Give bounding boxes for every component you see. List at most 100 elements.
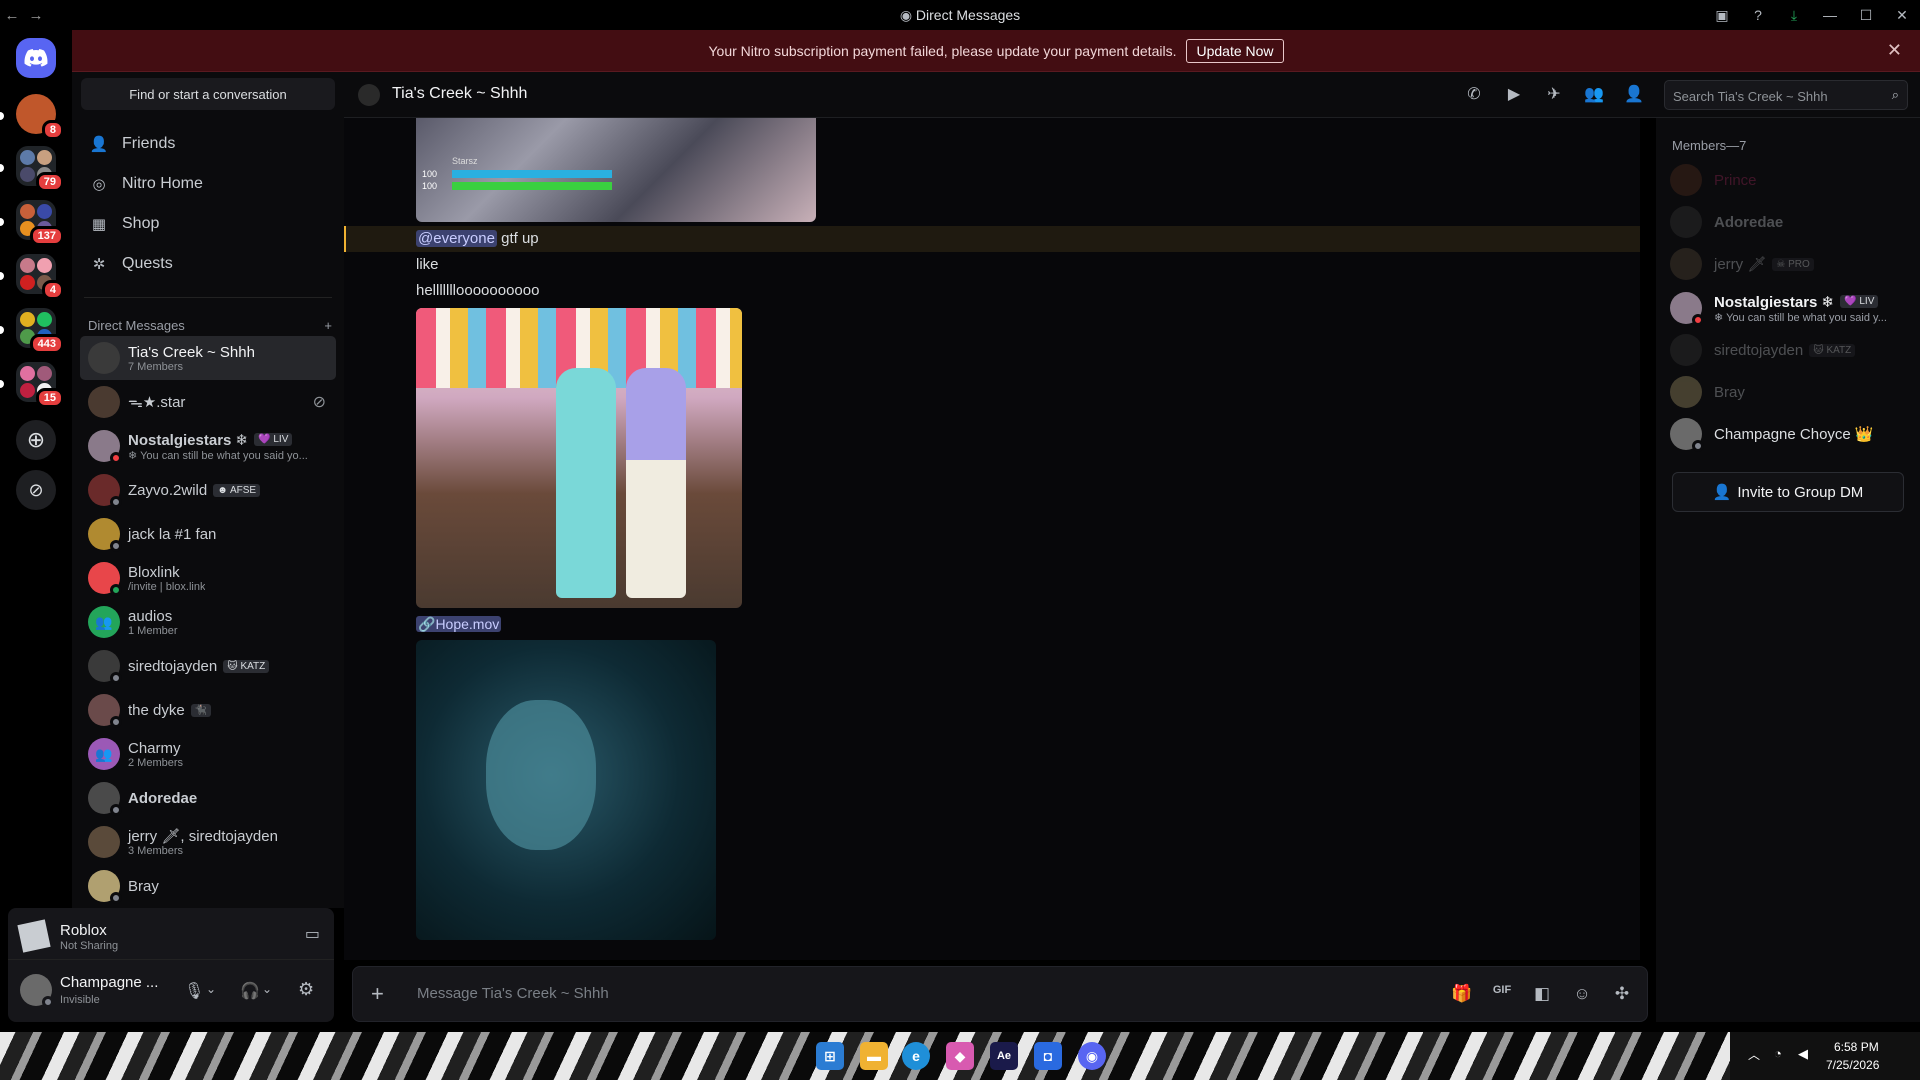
minimize-icon[interactable]: — <box>1812 7 1848 23</box>
headphones-icon[interactable]: 🎧 <box>240 981 260 1001</box>
roblox-taskbar-icon[interactable]: ◘ <box>1034 1042 1062 1070</box>
video-still-attachment[interactable] <box>416 308 742 608</box>
friends-icon: 👤 <box>89 136 109 153</box>
close-icon[interactable]: ✕ <box>1887 40 1902 61</box>
member-item[interactable]: Adoredae <box>1670 202 1910 242</box>
mention-badge: 443 <box>29 334 64 354</box>
member-item[interactable]: Prince <box>1670 160 1910 200</box>
dm-item[interactable]: 👥 audios 1 Member <box>80 600 336 644</box>
server-rail: 8 79 137 4 443 15 ⊕ ⊘ <box>0 30 72 1032</box>
edge-icon[interactable]: e <box>902 1042 930 1070</box>
member-item[interactable]: jerry 🗡 ☠ PRO <box>1670 244 1910 284</box>
start-icon[interactable]: ⊞ <box>816 1042 844 1070</box>
clan-tag: 💜 LIV <box>1840 295 1879 308</box>
member-list-panel: Members—7 Prince Adoredae jerry 🗡 ☠ PRO N… <box>1656 118 1920 1022</box>
attach-plus-icon[interactable]: + <box>371 981 384 1007</box>
user-name[interactable]: Champagne ... <box>60 974 158 991</box>
apps-icon[interactable]: ✣ <box>1611 984 1633 1004</box>
update-now-button[interactable]: Update Now <box>1186 38 1284 63</box>
dm-name: Bray <box>128 877 159 895</box>
download-icon[interactable]: ⤓ <box>1776 7 1812 24</box>
dm-sub: 2 Members <box>128 756 184 769</box>
dm-item[interactable]: jack la #1 fan <box>80 512 336 556</box>
dm-item[interactable]: Tia's Creek ~ Shhh 7 Members <box>80 336 336 380</box>
server-folder-1[interactable]: 79 <box>16 146 64 192</box>
health-bar <box>452 170 612 178</box>
dm-item[interactable]: siredtojayden 🐱 KATZ <box>80 644 336 688</box>
member-list-icon[interactable]: 👤 <box>1624 84 1644 104</box>
invite-to-group-button[interactable]: 👤 Invite to Group DM <box>1672 472 1904 512</box>
screen-share-icon[interactable]: ▭ <box>305 924 320 944</box>
status-online <box>110 584 122 596</box>
member-item[interactable]: Bray <box>1670 372 1910 412</box>
shop-icon: ▦ <box>91 216 107 233</box>
nav-quests[interactable]: ✲ Quests <box>80 246 336 282</box>
gift-icon[interactable]: 🎁 <box>1451 984 1473 1004</box>
game-screenshot-attachment[interactable]: Starsz 100 100 <box>416 118 816 222</box>
dm-name: Charmy <box>128 739 181 757</box>
everyone-mention[interactable]: @everyone <box>416 230 497 247</box>
server-icon-1[interactable]: 8 <box>16 94 64 140</box>
create-dm-plus-icon[interactable]: + <box>324 318 332 333</box>
avatar <box>1670 206 1702 238</box>
status-invisible <box>1692 440 1704 452</box>
discord-taskbar-icon[interactable]: ◉ <box>1078 1042 1106 1070</box>
find-conversation-button[interactable]: Find or start a conversation <box>81 78 335 110</box>
settings-gear-icon[interactable]: ⚙ <box>298 979 314 1000</box>
dm-name: siredtojayden 🐱 KATZ <box>128 658 270 675</box>
video-attachment[interactable] <box>416 640 716 940</box>
clan-tag: 🐱 KATZ <box>1809 343 1856 357</box>
avatar[interactable] <box>20 974 54 1008</box>
compass-icon: ⊘ <box>28 479 44 500</box>
dm-item[interactable]: Nostalgiestars ❄ 💜 LIV ❄ You can still be … <box>80 424 336 468</box>
microphone-icon[interactable]: 🎙 <box>184 981 204 1001</box>
member-item[interactable]: Nostalgiestars ❄ 💜 LIV ❄ You can still be … <box>1670 286 1910 330</box>
maximize-icon[interactable]: ☐ <box>1848 7 1884 24</box>
search-input[interactable]: Search Tia's Creek ~ Shhh ⌕ <box>1664 80 1908 110</box>
server-folder-2[interactable]: 137 <box>16 200 64 246</box>
dm-item[interactable]: jerry 🗡, siredtojayden 3 Members <box>80 820 336 864</box>
server-folder-4[interactable]: 443 <box>16 308 64 354</box>
add-server-button[interactable]: ⊕ <box>16 420 56 460</box>
clock-time[interactable]: 6:58 PM <box>1834 1040 1879 1054</box>
pinned-messages-icon[interactable]: ✈ <box>1544 84 1564 104</box>
server-folder-5[interactable]: 15 <box>16 362 64 408</box>
chat-header: Tia's Creek ~ Shhh ✆ ▶ ✈ 👥 👤 Search Tia'… <box>344 72 1920 118</box>
home-button[interactable] <box>16 38 56 78</box>
dm-item[interactable]: Zayvo.2wild ☻ AFSE <box>80 468 336 512</box>
inbox-icon[interactable]: ▣ <box>1704 7 1740 24</box>
sticker-icon[interactable]: ◧ <box>1531 984 1553 1004</box>
emoji-icon[interactable]: ☺ <box>1571 984 1593 1004</box>
close-window-icon[interactable]: ✕ <box>1884 7 1920 24</box>
gif-icon[interactable]: GIF <box>1491 984 1513 996</box>
chevron-down-icon[interactable]: ⌄ <box>262 982 272 996</box>
dm-item[interactable]: the dyke 🐈‍⬛ <box>80 688 336 732</box>
chevron-down-icon[interactable]: ⌄ <box>206 982 216 996</box>
volume-icon[interactable]: ◀ <box>1798 1046 1808 1062</box>
nav-friends[interactable]: 👤 Friends <box>80 126 336 162</box>
discover-button[interactable]: ⊘ <box>16 470 56 510</box>
file-explorer-icon[interactable]: ▬ <box>860 1042 888 1070</box>
dm-item[interactable]: Bloxlink/invite | blox.link <box>80 556 336 600</box>
nav-shop[interactable]: ▦ Shop <box>80 206 336 242</box>
dm-item[interactable]: ᯓ★.star ⊘ <box>80 380 336 424</box>
after-effects-icon[interactable]: Ae <box>990 1042 1018 1070</box>
app-icon[interactable]: ◆ <box>946 1042 974 1070</box>
message-composer[interactable]: + Message Tia's Creek ~ Shhh 🎁 GIF ◧ ☺ ✣ <box>352 966 1648 1022</box>
help-icon[interactable]: ? <box>1740 7 1776 23</box>
video-call-icon[interactable]: ▶ <box>1504 84 1524 104</box>
tray-chevron-icon[interactable]: ︿ <box>1748 1046 1760 1063</box>
wifi-icon[interactable]: ◔ <box>1774 1046 1782 1061</box>
server-folder-3[interactable]: 4 <box>16 254 64 300</box>
member-item[interactable]: siredtojayden 🐱 KATZ <box>1670 330 1910 370</box>
dm-item[interactable]: Bray <box>80 864 336 908</box>
add-friends-icon[interactable]: 👥 <box>1584 84 1604 104</box>
voice-call-icon[interactable]: ✆ <box>1464 84 1484 104</box>
member-item[interactable]: Champagne Choyce 👑 <box>1670 414 1910 454</box>
dm-item[interactable]: Adoredae <box>80 776 336 820</box>
dm-item[interactable]: 👥 Charmy 2 Members <box>80 732 336 776</box>
avatar <box>88 782 122 816</box>
nav-nitro-home[interactable]: ◎ Nitro Home <box>80 166 336 202</box>
clock-date[interactable]: 7/25/2026 <box>1826 1058 1879 1072</box>
file-link[interactable]: 🔗Hope.mov <box>416 616 502 633</box>
